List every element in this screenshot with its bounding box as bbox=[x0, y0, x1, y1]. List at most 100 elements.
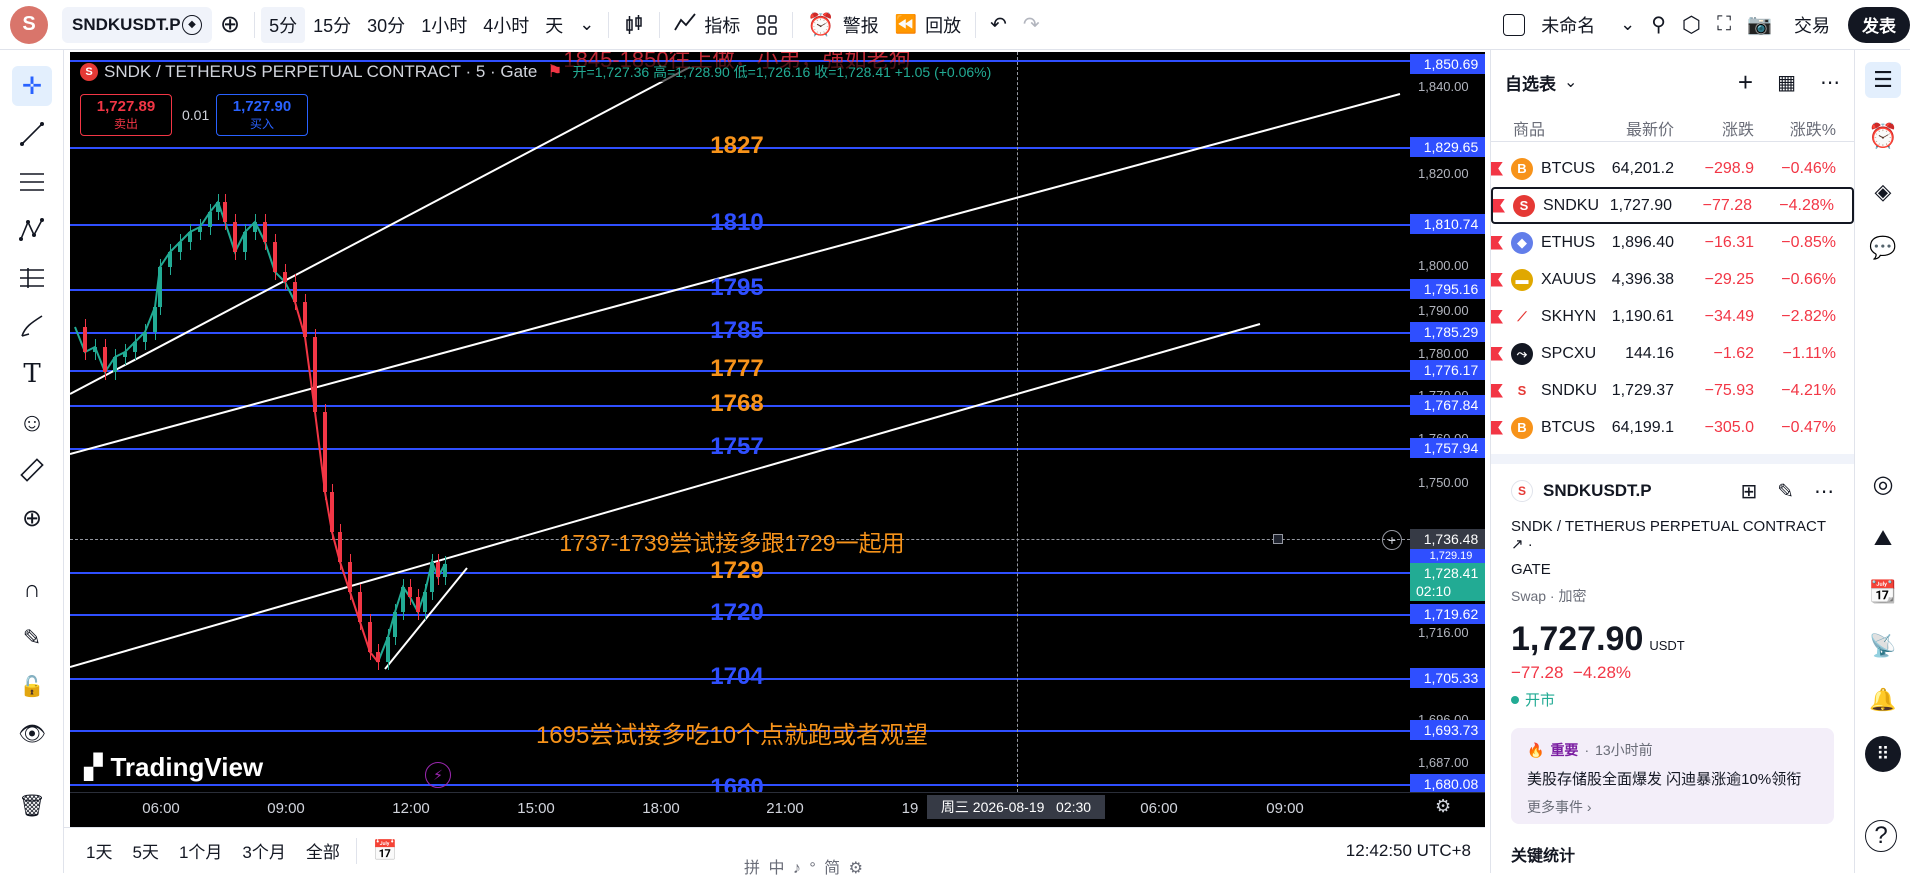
interval-dropdown-icon[interactable]: ⌄ bbox=[571, 7, 602, 43]
watchlist-row[interactable]: ◆ ETHUS 1,896.40 −16.31 −0.85% bbox=[1491, 224, 1854, 261]
interval-15m[interactable]: 15分 bbox=[305, 7, 359, 43]
col-change[interactable]: 涨跌 bbox=[1722, 116, 1754, 140]
apps-grid-icon[interactable]: ⠿ bbox=[1865, 736, 1901, 772]
target-icon[interactable]: ◎ bbox=[1865, 466, 1901, 502]
annotation-1695[interactable]: 1695尝试接多吃10个点就跑或者观望 bbox=[536, 715, 928, 750]
add-symbol-icon[interactable]: ◆ bbox=[182, 14, 202, 35]
fib-tools-icon[interactable] bbox=[12, 258, 52, 298]
flag-icon[interactable] bbox=[1491, 346, 1503, 361]
clock-timezone[interactable]: 12:42:50 UTC+8 bbox=[1336, 841, 1481, 861]
calendar-icon[interactable]: 📆 bbox=[1865, 574, 1901, 610]
ideas-icon[interactable]: ⛰ bbox=[1865, 520, 1901, 556]
details-symbol[interactable]: SNDKUSDT.P bbox=[1543, 481, 1652, 501]
trendline-icon[interactable] bbox=[12, 114, 52, 154]
user-avatar[interactable]: S bbox=[10, 5, 48, 44]
news-headline[interactable]: 美股存储股全面爆发 闪迪暴涨逾10%领衔 bbox=[1527, 768, 1818, 789]
brush-icon[interactable] bbox=[12, 306, 52, 346]
layout-checkbox[interactable] bbox=[1495, 7, 1533, 43]
details-more-icon[interactable]: ⋯ bbox=[1814, 479, 1834, 504]
notifications-bell-icon[interactable]: 🔔 bbox=[1865, 682, 1901, 718]
text-tool-icon[interactable]: T bbox=[12, 354, 52, 394]
add-alert-plus-icon[interactable]: + bbox=[1382, 530, 1402, 550]
flag-icon[interactable] bbox=[1491, 272, 1503, 287]
fullscreen-icon[interactable]: ⛶ bbox=[1709, 7, 1739, 43]
news-more-link[interactable]: 更多事件 › bbox=[1527, 797, 1818, 817]
goto-date-icon[interactable]: 📅 bbox=[363, 838, 408, 863]
flag-icon[interactable] bbox=[1491, 420, 1503, 435]
alerts-clock-icon[interactable]: ⏰ bbox=[1865, 118, 1901, 154]
chart-pane[interactable]: 1827 1810 1795 1785 1777 1768 1757 1729 … bbox=[70, 52, 1485, 827]
watchlist-row[interactable]: S SNDKU 1,729.37 −75.93 −4.21% bbox=[1491, 372, 1854, 409]
details-name[interactable]: SNDK / TETHERUS PERPETUAL CONTRACT ↗ · bbox=[1511, 518, 1834, 553]
zoom-in-icon[interactable]: ⊕ bbox=[12, 498, 52, 538]
undo-icon[interactable]: ↶ bbox=[982, 7, 1015, 43]
symbol-search-button[interactable]: SNDKUSDT.P ◆ bbox=[62, 6, 212, 43]
watchlist-row[interactable]: ⤳ SPCXU 144.16 −1.62 −1.11% bbox=[1491, 335, 1854, 372]
range-1d[interactable]: 1天 bbox=[76, 838, 122, 863]
ruler-icon[interactable] bbox=[12, 450, 52, 490]
more-options-icon[interactable]: ⋯ bbox=[1820, 70, 1840, 95]
alert-button[interactable]: ⏰ 警报 bbox=[799, 7, 886, 43]
annotation-1737[interactable]: 1737-1739尝试接多跟1729一起用 bbox=[559, 524, 904, 558]
col-last[interactable]: 最新价 bbox=[1626, 116, 1674, 140]
layouts-grid-icon[interactable] bbox=[748, 7, 786, 43]
unlock-icon[interactable]: 🔓 bbox=[12, 666, 52, 706]
help-icon[interactable]: ? bbox=[1865, 820, 1897, 852]
flag-icon[interactable]: ⚑ bbox=[547, 62, 562, 82]
indicators-button[interactable]: 指标 bbox=[666, 7, 748, 43]
chat-icon[interactable]: 💬 bbox=[1865, 230, 1901, 266]
flag-icon[interactable] bbox=[1491, 161, 1503, 176]
interval-1h[interactable]: 1小时 bbox=[413, 7, 475, 43]
watchlist-title[interactable]: 自选表 bbox=[1505, 70, 1556, 95]
interval-5m[interactable]: 5分 bbox=[261, 6, 306, 43]
range-3m[interactable]: 3个月 bbox=[232, 838, 295, 863]
flag-icon[interactable] bbox=[1491, 383, 1503, 398]
quick-search-icon[interactable]: ⚲ bbox=[1643, 7, 1674, 43]
replay-button[interactable]: ⏪ 回放 bbox=[887, 7, 969, 43]
candle-style-icon[interactable] bbox=[615, 7, 653, 43]
watchlist-row[interactable]: B BTCUS 64,199.1 −305.0 −0.47% bbox=[1491, 409, 1854, 446]
watchlist-row[interactable]: B BTCUS 64,201.2 −298.9 −0.46% bbox=[1491, 150, 1854, 187]
interval-30m[interactable]: 30分 bbox=[359, 7, 413, 43]
layers-icon[interactable]: ◈ bbox=[1865, 174, 1901, 210]
pattern-icon[interactable] bbox=[12, 210, 52, 250]
col-change-pct[interactable]: 涨跌% bbox=[1790, 116, 1836, 140]
compare-add-icon[interactable]: ⊕ bbox=[212, 7, 248, 43]
interval-4h[interactable]: 4小时 bbox=[475, 7, 537, 43]
publish-button[interactable]: 发表 bbox=[1848, 6, 1910, 43]
layout-name-button[interactable]: 未命名 ⌄ bbox=[1533, 7, 1643, 43]
magnet-icon[interactable]: ∩ bbox=[12, 570, 52, 610]
watchlist-icon[interactable]: ☰ bbox=[1865, 62, 1901, 98]
add-symbol-plus-icon[interactable]: + bbox=[1738, 67, 1753, 98]
details-edit-icon[interactable]: ✎ bbox=[1777, 479, 1794, 504]
parallel-lines-icon[interactable] bbox=[12, 162, 52, 202]
emoji-icon[interactable]: ☺ bbox=[12, 402, 52, 442]
details-grid-icon[interactable]: ⊞ bbox=[1740, 479, 1757, 504]
settings-gear-icon[interactable]: ⬡ bbox=[1674, 7, 1709, 43]
trade-button[interactable]: 交易 bbox=[1786, 7, 1838, 43]
eye-icon[interactable]: 👁 bbox=[12, 714, 52, 754]
chevron-down-icon[interactable]: ⌄ bbox=[1564, 72, 1577, 92]
interval-1d[interactable]: 天 bbox=[537, 7, 571, 43]
col-symbol[interactable]: 商品 bbox=[1513, 116, 1545, 140]
trash-icon[interactable]: 🗑 bbox=[12, 786, 52, 826]
redo-icon[interactable]: ↷ bbox=[1015, 7, 1048, 43]
lightning-icon[interactable]: ⚡ bbox=[425, 762, 451, 788]
sell-button[interactable]: 1,727.89 卖出 bbox=[80, 94, 172, 136]
pencil-lock-icon[interactable]: ✎ bbox=[12, 618, 52, 658]
range-1m[interactable]: 1个月 bbox=[169, 838, 232, 863]
table-view-icon[interactable]: ▦ bbox=[1777, 70, 1796, 95]
watchlist-row[interactable]: S SNDKU 1,727.90 −77.28 −4.28% bbox=[1491, 187, 1854, 224]
news-card[interactable]: 🔥 重要 · 13小时前 美股存储股全面爆发 闪迪暴涨逾10%领衔 更多事件 › bbox=[1511, 728, 1834, 824]
crosshair-icon[interactable]: ✛ bbox=[12, 66, 52, 106]
buy-button[interactable]: 1,727.90 买入 bbox=[216, 94, 308, 136]
axis-settings-icon[interactable]: ⚙ bbox=[1435, 796, 1451, 817]
camera-snapshot-icon[interactable]: 📷 bbox=[1739, 7, 1780, 43]
external-link-icon[interactable]: ↗ bbox=[1511, 536, 1524, 553]
range-all[interactable]: 全部 bbox=[296, 838, 350, 863]
watchlist-row[interactable]: ⟋ SKHYN 1,190.61 −34.49 −2.82% bbox=[1491, 298, 1854, 335]
flag-icon[interactable] bbox=[1493, 198, 1505, 213]
range-5d[interactable]: 5天 bbox=[122, 838, 168, 863]
stream-icon[interactable]: 📡 bbox=[1865, 628, 1901, 664]
flag-icon[interactable] bbox=[1491, 309, 1503, 324]
